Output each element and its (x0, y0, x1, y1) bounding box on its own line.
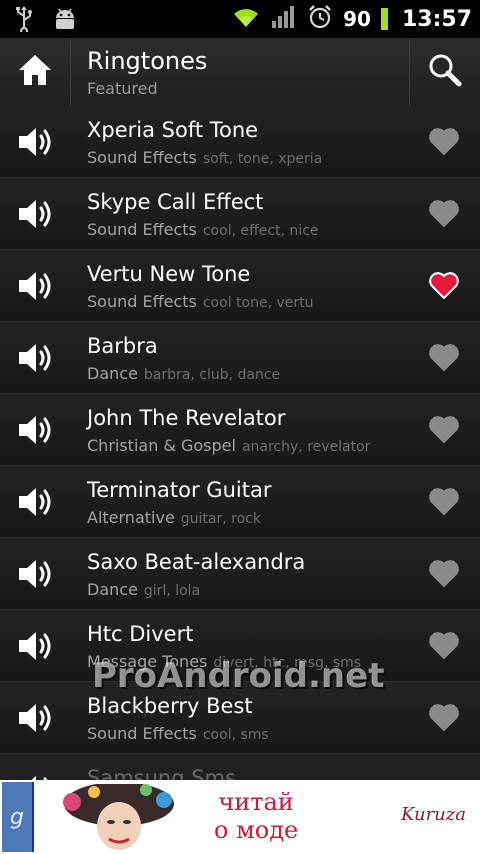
ringtone-tags: barbra, club, dance (143, 367, 281, 383)
play-speaker-icon[interactable] (16, 484, 56, 520)
page-subtitle: Featured (87, 79, 158, 98)
ringtone-title: Saxo Beat-alexandra (87, 550, 306, 574)
ringtone-meta: Alternative guitar, rock (87, 508, 261, 527)
favorite-heart-icon[interactable] (428, 126, 460, 156)
favorite-heart-icon[interactable] (428, 630, 460, 660)
ad-content[interactable]: читай о моде Kuruza (34, 782, 478, 852)
ringtone-category: Message Tones (87, 652, 208, 671)
play-speaker-icon[interactable] (16, 772, 56, 780)
wifi-icon (231, 5, 261, 33)
clock: 13:57 (401, 6, 472, 32)
ringtone-title: Skype Call Effect (87, 190, 264, 214)
alarm-icon (307, 4, 333, 34)
ringtone-category: Dance (87, 364, 138, 383)
ad-slogan-line2: о моде (214, 816, 299, 844)
ad-slogan-line1: читай (218, 788, 294, 816)
ringtone-meta: Message Tones divert, htc, msg, sms (87, 652, 361, 671)
ringtone-meta: Sound Effects cool tone, vertu (87, 292, 314, 311)
play-speaker-icon[interactable] (16, 556, 56, 592)
ringtone-category: Dance (87, 580, 138, 599)
ringtone-category: Sound Effects (87, 724, 197, 743)
search-icon (428, 53, 462, 91)
play-speaker-icon[interactable] (16, 196, 56, 232)
ad-model-image (54, 782, 184, 850)
home-button[interactable] (0, 38, 71, 106)
ringtone-list[interactable]: Xperia Soft Tone Sound Effects soft, tone,… (0, 106, 480, 780)
ad-slogan: читай о моде (214, 788, 298, 844)
battery-icon (380, 8, 388, 30)
ringtone-title: Samsung Sms (87, 766, 236, 780)
list-item[interactable]: Samsung Sms (0, 754, 480, 780)
ringtone-category: Sound Effects (87, 148, 197, 167)
ringtone-tags: girl, lola (143, 583, 201, 599)
list-item[interactable]: Blackberry Best Sound Effects cool, sms (0, 682, 480, 754)
ringtone-meta: Sound Effects cool, effect, nice (87, 220, 319, 239)
ringtone-meta: Sound Effects cool, sms (87, 724, 269, 743)
play-speaker-icon[interactable] (16, 124, 56, 160)
ad-brand: Kuruza (400, 804, 466, 825)
favorite-heart-icon[interactable] (428, 342, 460, 372)
play-speaker-icon[interactable] (16, 340, 56, 376)
play-speaker-icon[interactable] (16, 412, 56, 448)
list-item[interactable]: Vertu New Tone Sound Effects cool tone, ve… (0, 250, 480, 322)
ringtone-tags: anarchy, revelator (241, 439, 371, 455)
list-item[interactable]: Saxo Beat-alexandra Dance girl, lola (0, 538, 480, 610)
ringtone-tags: cool, effect, nice (202, 223, 319, 239)
ringtone-meta: Dance barbra, club, dance (87, 364, 280, 383)
ringtone-category: Sound Effects (87, 220, 197, 239)
ringtone-meta: Sound Effects soft, tone, xperia (87, 148, 322, 167)
ad-banner[interactable]: g читай о моде Kuruza (0, 780, 480, 854)
usb-icon (14, 6, 34, 36)
ringtone-category: Alternative (87, 508, 175, 527)
ringtone-title: Terminator Guitar (87, 478, 272, 502)
play-speaker-icon[interactable] (16, 628, 56, 664)
play-speaker-icon[interactable] (16, 700, 56, 736)
ringtone-tags: cool tone, vertu (202, 295, 314, 311)
favorite-heart-icon[interactable] (428, 558, 460, 588)
list-item[interactable]: Terminator Guitar Alternative guitar, rock (0, 466, 480, 538)
list-item[interactable]: Xperia Soft Tone Sound Effects soft, tone,… (0, 106, 480, 178)
ringtone-tags: soft, tone, xperia (202, 151, 323, 167)
ringtone-category: Sound Effects (87, 292, 197, 311)
ringtone-tags: guitar, rock (180, 511, 261, 527)
action-bar: Ringtones Featured (0, 38, 480, 107)
ringtone-category: Christian & Gospel (87, 436, 236, 455)
battery-level: 90 (343, 7, 371, 31)
home-icon (17, 53, 53, 91)
ringtone-title: Xperia Soft Tone (87, 118, 259, 142)
favorite-heart-icon[interactable] (428, 414, 460, 444)
ringtone-title: John The Revelator (87, 406, 286, 430)
page-title: Ringtones (87, 47, 208, 75)
search-button[interactable] (409, 38, 480, 106)
status-notifications (14, 6, 78, 36)
ringtone-tags: divert, htc, msg, sms (213, 655, 362, 671)
status-bar: 90 13:57 (0, 0, 480, 38)
list-item[interactable]: Skype Call Effect Sound Effects cool, effe… (0, 178, 480, 250)
favorite-heart-icon[interactable] (428, 486, 460, 516)
ringtone-title: Vertu New Tone (87, 262, 251, 286)
signal-icon (271, 5, 297, 33)
list-item[interactable]: John The Revelator Christian & Gospel anar… (0, 394, 480, 466)
list-item[interactable]: Htc Divert Message Tones divert, htc, msg,… (0, 610, 480, 682)
status-indicators: 90 13:57 (231, 4, 472, 34)
list-item[interactable]: Barbra Dance barbra, club, dance (0, 322, 480, 394)
ringtone-title: Htc Divert (87, 622, 194, 646)
favorite-heart-icon-active[interactable] (428, 270, 460, 300)
ringtone-meta: Christian & Gospel anarchy, revelator (87, 436, 370, 455)
ringtone-title: Barbra (87, 334, 158, 358)
android-debug-icon (52, 6, 78, 36)
favorite-heart-icon[interactable] (428, 702, 460, 732)
ringtone-tags: cool, sms (202, 727, 269, 743)
play-speaker-icon[interactable] (16, 268, 56, 304)
ringtone-meta: Dance girl, lola (87, 580, 200, 599)
ad-side-logo: g (2, 782, 32, 852)
ringtone-title: Blackberry Best (87, 694, 253, 718)
favorite-heart-icon[interactable] (428, 198, 460, 228)
